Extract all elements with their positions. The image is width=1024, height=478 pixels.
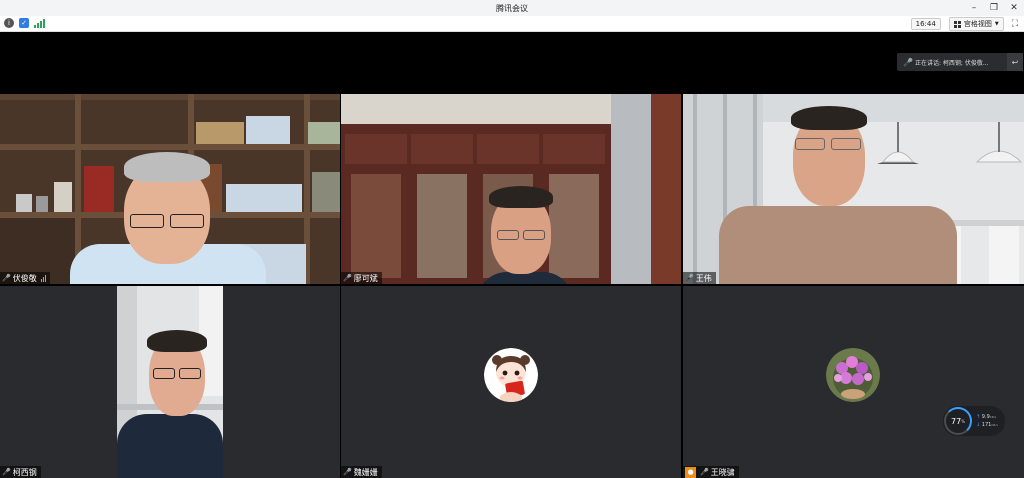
network-rates: ↑ 9.9KB/s ↓ 171KB/s [976, 414, 998, 428]
person-hair [791, 106, 867, 130]
audio-level-icon [40, 274, 46, 282]
chevron-down-icon: ▼ [994, 21, 999, 27]
download-value: 171 [981, 422, 992, 428]
video-feed [0, 94, 340, 284]
glasses-icon [795, 138, 825, 150]
glasses-icon [130, 214, 164, 228]
video-tile[interactable]: 🎤 王伟 [683, 94, 1024, 284]
meeting-window: 腾讯会议 – ❐ ✕ i ✓ 16:44 宫格视图 ▼ ⛶ 🎤 正在讲话: 柯西… [0, 0, 1024, 478]
network-quality-gauge: 77% [944, 407, 972, 435]
fullscreen-icon[interactable]: ⛶ [1012, 19, 1018, 29]
microphone-icon: 🎤 [343, 468, 352, 476]
close-button[interactable]: ✕ [1004, 0, 1024, 16]
participant-avatar [484, 348, 538, 402]
microphone-icon: 🎤 [2, 468, 11, 476]
view-label: 宫格视图 [963, 20, 992, 28]
glasses-icon [179, 368, 201, 379]
toolbar-left-icons: i ✓ [4, 18, 45, 28]
meeting-toolbar: i ✓ 16:44 宫格视图 ▼ ⛶ [0, 16, 1024, 32]
video-feed [683, 94, 1024, 284]
person-hair [147, 330, 207, 352]
microphone-icon: 🎤 [343, 274, 352, 282]
upload-arrow-icon: ↑ [976, 414, 981, 420]
participant-name: 王晓骕 [710, 467, 735, 477]
info-icon[interactable]: i [4, 18, 14, 28]
video-feed [117, 286, 223, 478]
download-unit: KB/s [991, 423, 998, 427]
glasses-icon [523, 230, 545, 240]
microphone-icon: 🎤 [903, 57, 913, 67]
participant-name-tag: 🎤 伏俊敬 [0, 272, 50, 284]
network-percent-unit: % [961, 418, 965, 424]
meeting-clock: 16:44 [910, 18, 941, 30]
window-controls: – ❐ ✕ [964, 0, 1024, 16]
participant-name-tag: 🎤 柯西钢 [0, 466, 41, 478]
speaking-indicator[interactable]: 🎤 正在讲话: 柯西钢; 伏俊敬... ↩ [897, 53, 1023, 71]
collapse-arrow-icon[interactable]: ↩ [1007, 53, 1023, 71]
video-tile-active[interactable]: 🎤 廖可斌 [341, 94, 681, 284]
minimize-button[interactable]: – [964, 0, 984, 16]
participant-name: 廖可斌 [353, 273, 378, 283]
app-title: 腾讯会议 [496, 3, 528, 13]
person-hair [489, 186, 553, 208]
upload-rate: ↑ 9.9KB/s [976, 414, 998, 420]
person-body [719, 206, 957, 284]
restore-button[interactable]: ❐ [984, 0, 1004, 16]
cartoon-girl-icon [484, 348, 538, 402]
flowers-icon [826, 348, 880, 402]
participant-name-tag: 🎤 王伟 [683, 272, 716, 284]
toolbar-right: 16:44 宫格视图 ▼ ⛶ [910, 17, 1018, 31]
person-hair [124, 152, 210, 182]
video-tile[interactable]: 🎤 伏俊敬 [0, 94, 340, 284]
avatar-tile[interactable]: 🎤 魏姗姗 [341, 286, 681, 478]
person-body [117, 414, 223, 478]
glasses-icon [153, 368, 175, 379]
title-bar: 腾讯会议 – ❐ ✕ [0, 0, 1024, 16]
participant-name: 柯西钢 [12, 467, 37, 477]
download-arrow-icon: ↓ [976, 422, 981, 428]
speaking-text: 正在讲话: 柯西钢; 伏俊敬... [915, 59, 989, 67]
grid-view-icon [953, 20, 961, 28]
participant-name-tag: 🎤 廖可斌 [341, 272, 382, 284]
video-feed [341, 94, 681, 284]
download-rate: ↓ 171KB/s [976, 422, 998, 428]
glasses-icon [831, 138, 861, 150]
host-icon: ● [685, 466, 696, 478]
shield-icon[interactable]: ✓ [19, 18, 29, 28]
avatar-tile[interactable]: ● 🎤 王晓骕 [683, 286, 1024, 478]
network-percent: 77 [951, 416, 962, 426]
glasses-icon [170, 214, 204, 228]
signal-icon[interactable] [34, 18, 45, 28]
network-status-widget[interactable]: 77% ↑ 9.9KB/s ↓ 171KB/s [943, 406, 1005, 436]
participant-name-tag: 🎤 魏姗姗 [341, 466, 382, 478]
microphone-icon: 🎤 [685, 274, 694, 282]
microphone-icon: 🎤 [2, 274, 11, 282]
view-switch-button[interactable]: 宫格视图 ▼ [948, 17, 1004, 31]
participant-name: 伏俊敬 [12, 273, 37, 283]
video-tile[interactable]: 🎤 柯西钢 [0, 286, 340, 478]
upload-unit: KB/s [989, 415, 997, 419]
participant-name: 魏姗姗 [353, 467, 378, 477]
participant-name: 王伟 [695, 273, 712, 283]
upload-value: 9.9 [981, 414, 990, 420]
participant-name-tag: ● 🎤 王晓骕 [683, 466, 739, 478]
participant-avatar [826, 348, 880, 402]
microphone-icon: 🎤 [700, 468, 709, 476]
glasses-icon [497, 230, 519, 240]
